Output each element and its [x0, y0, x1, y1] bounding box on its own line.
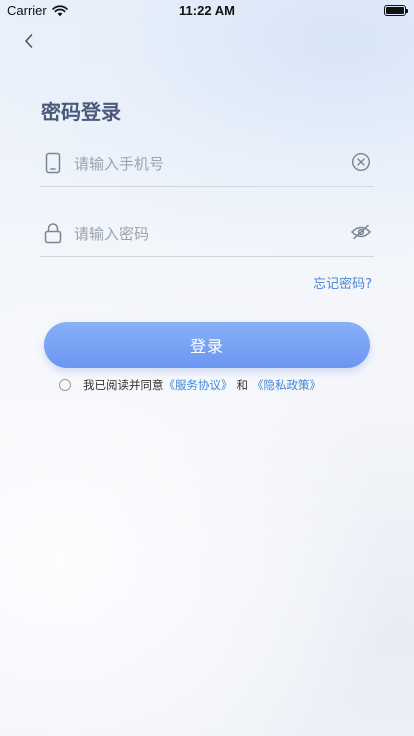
clear-phone-button[interactable] [350, 152, 372, 176]
agreement-row: 我已阅读并同意 《服务协议》 和 《隐私政策》 [59, 376, 321, 394]
battery-fill [386, 7, 404, 14]
login-button[interactable]: 登录 [44, 322, 370, 368]
agreement-prefix: 我已阅读并同意 [83, 378, 164, 392]
toggle-visibility-button[interactable] [350, 223, 372, 245]
status-bar: Carrier 11:22 AM [0, 0, 414, 22]
password-input[interactable] [74, 220, 334, 248]
lock-icon [44, 222, 62, 244]
phone-field [40, 142, 374, 187]
page-title: 密码登录 [41, 100, 121, 124]
password-field [40, 212, 374, 257]
login-button-label: 登录 [189, 337, 224, 356]
eye-off-icon [350, 224, 372, 244]
back-button[interactable] [16, 30, 42, 56]
phone-icon [44, 152, 62, 174]
agree-checkbox[interactable] [59, 379, 71, 391]
battery-icon [384, 5, 408, 16]
clear-circle-icon [351, 152, 371, 176]
agreement-conjunction: 和 [236, 378, 249, 392]
battery-cap [406, 9, 408, 13]
phone-input[interactable] [74, 150, 334, 178]
chevron-left-icon [23, 33, 35, 53]
forgot-password-link[interactable]: 忘记密码? [313, 273, 372, 292]
status-time: 11:22 AM [179, 3, 235, 18]
service-agreement-link[interactable]: 《服务协议》 [164, 377, 233, 393]
privacy-policy-link[interactable]: 《隐私政策》 [252, 377, 321, 393]
